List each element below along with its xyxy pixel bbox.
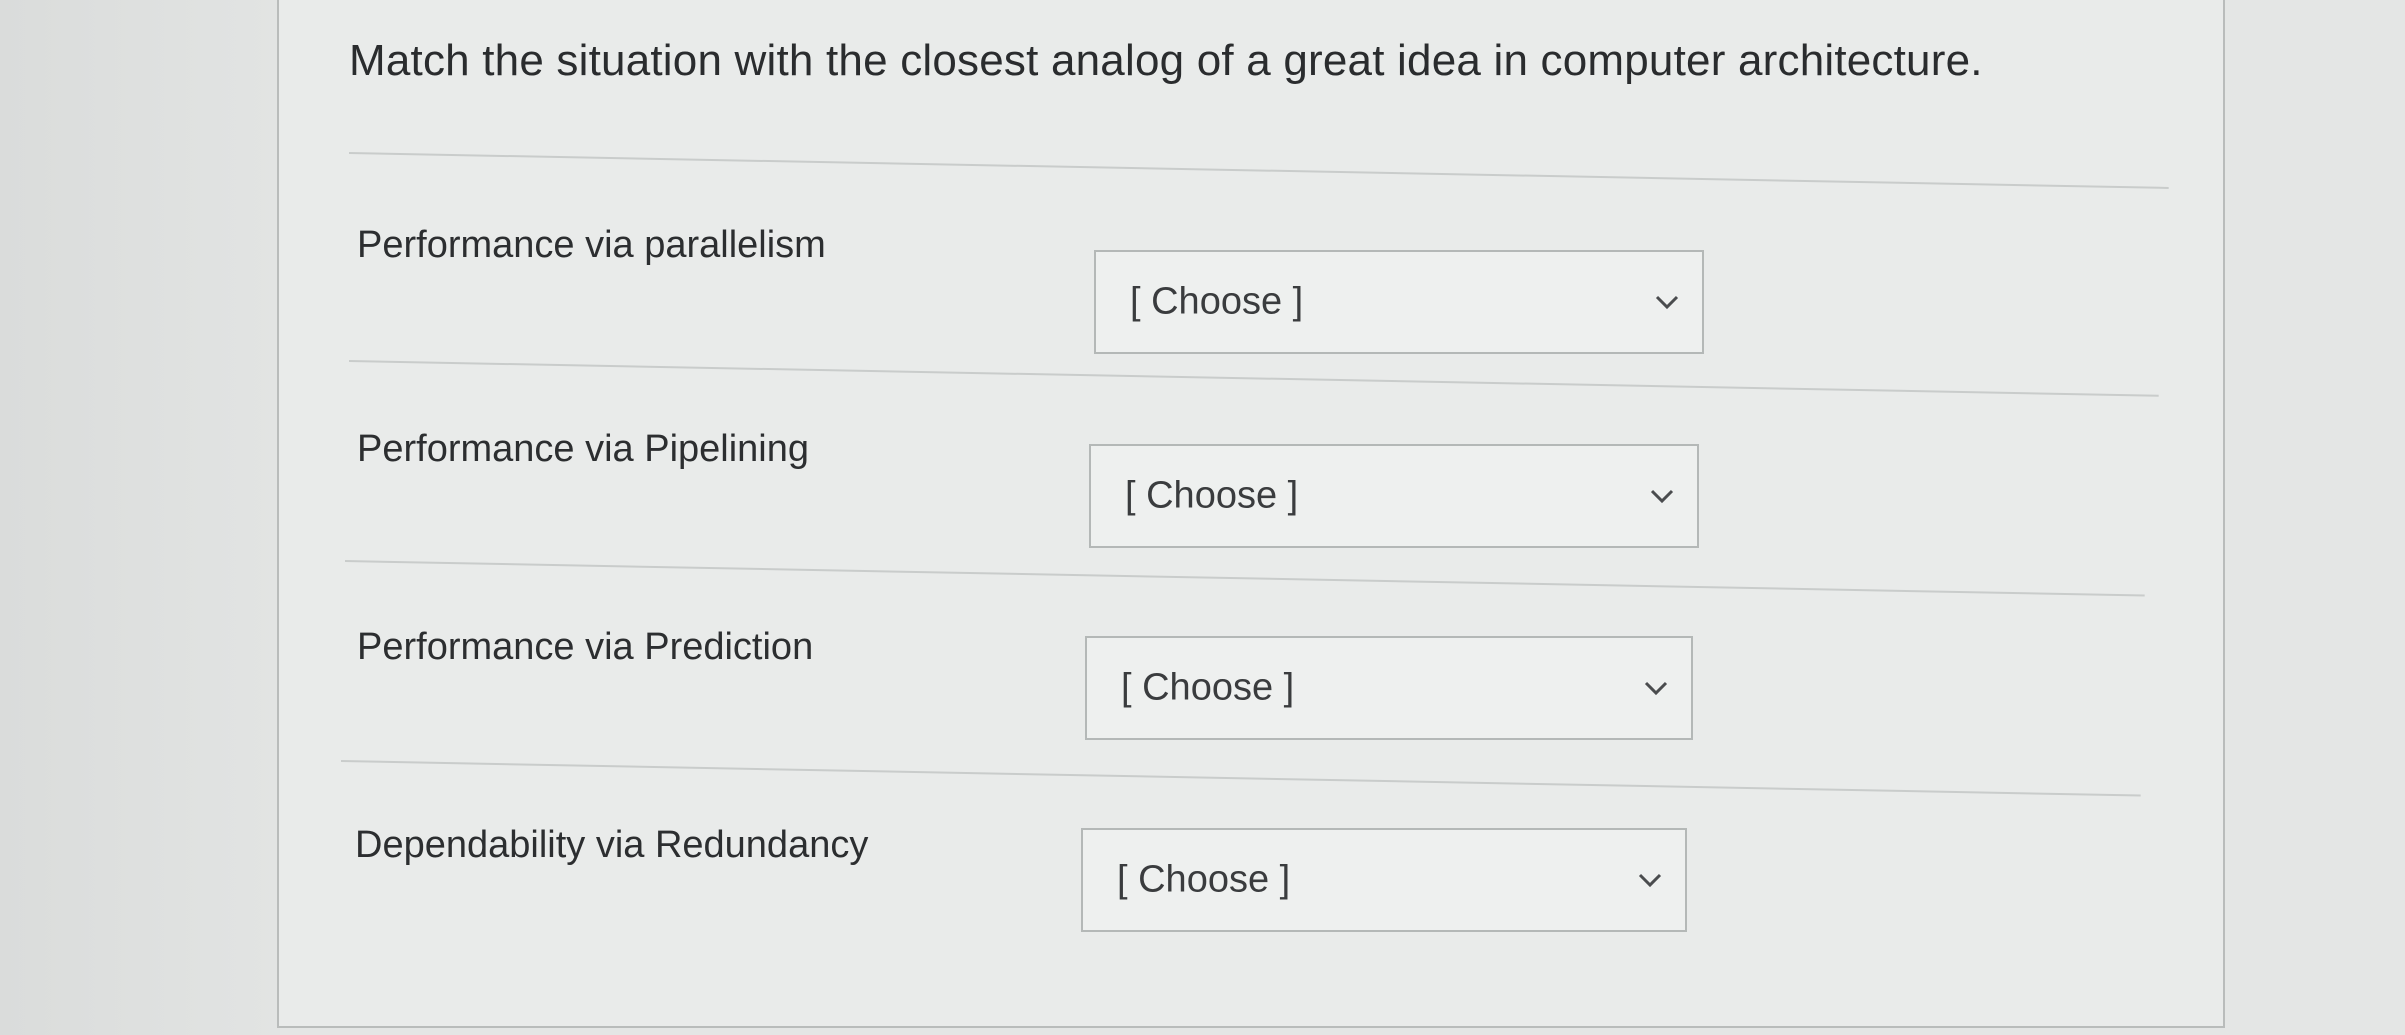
question-prompt: Match the situation with the closest ana… <box>349 36 1983 85</box>
match-label-prediction: Performance via Prediction <box>357 626 814 668</box>
match-label-parallelism: Performance via parallelism <box>357 224 826 266</box>
match-label-redundancy: Dependability via Redundancy <box>355 824 869 866</box>
divider <box>340 760 2141 797</box>
divider <box>348 152 2169 189</box>
match-label-pipelining: Performance via Pipelining <box>357 428 810 470</box>
answer-select-parallelism[interactable]: [ Choose ] <box>1094 250 1704 354</box>
chevron-down-icon <box>1655 295 1679 310</box>
chevron-down-icon <box>1638 873 1662 888</box>
page-background <box>0 0 280 1035</box>
chevron-down-icon <box>1650 489 1674 504</box>
select-value: [ Choose ] <box>1130 280 1304 323</box>
select-value: [ Choose ] <box>1125 474 1299 517</box>
answer-select-prediction[interactable]: [ Choose ] <box>1085 636 1693 740</box>
answer-select-redundancy[interactable]: [ Choose ] <box>1081 828 1687 932</box>
answer-select-pipelining[interactable]: [ Choose ] <box>1089 444 1699 548</box>
select-value: [ Choose ] <box>1117 858 1291 901</box>
divider <box>348 360 2159 397</box>
chevron-down-icon <box>1644 681 1668 696</box>
select-value: [ Choose ] <box>1121 666 1295 709</box>
question-card: Match the situation with the closest ana… <box>277 0 2225 1028</box>
divider <box>344 560 2145 597</box>
